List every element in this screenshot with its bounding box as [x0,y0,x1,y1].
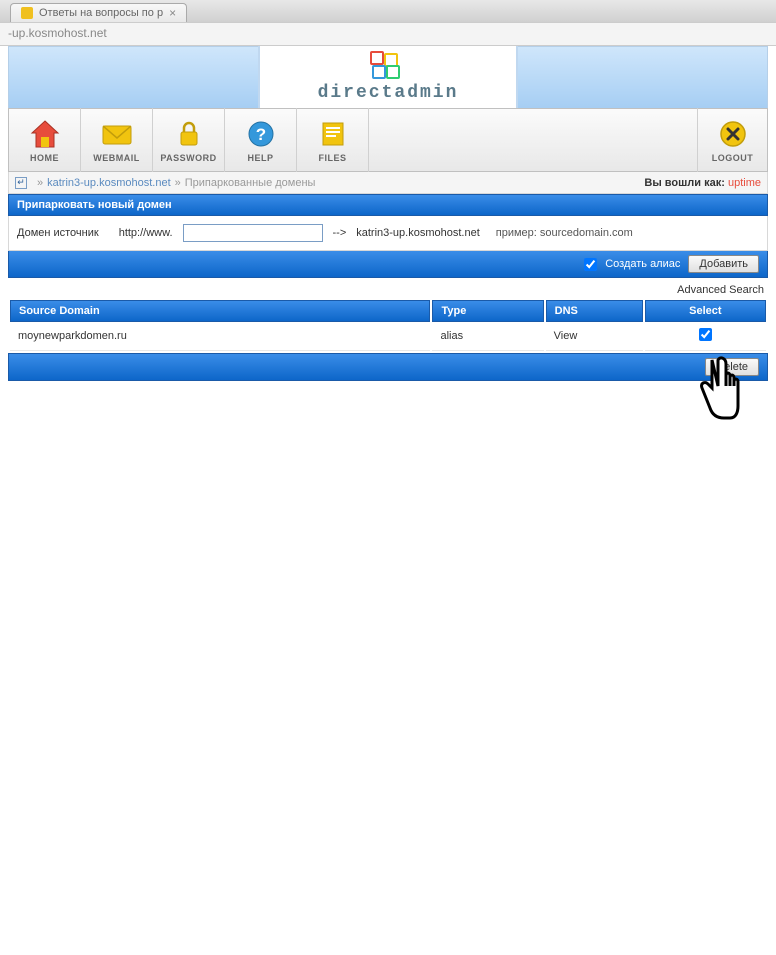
cell-dns: View [546,322,643,351]
cell-select [645,322,766,351]
col-source-header[interactable]: Source Domain [10,300,430,322]
nav-help[interactable]: ? HELP [225,108,297,172]
table-header-row: Source Domain Type DNS Select [10,300,766,322]
nav-logout-label: LOGOUT [712,153,754,163]
domains-table: Source Domain Type DNS Select moynewpark… [8,300,768,351]
address-bar[interactable]: -up.kosmohost.net [0,22,776,46]
tab-title: Ответы на вопросы по р [39,7,163,19]
nav-password-label: PASSWORD [160,153,216,163]
brand-text: directadmin [318,83,459,103]
files-icon [316,117,350,151]
arrow-text: --> [333,227,347,239]
example-text: пример: sourcedomain.com [496,227,633,239]
nav-files-label: FILES [318,153,346,163]
domain-source-label: Домен источник [17,227,99,239]
breadcrumb-sep: » [37,177,43,189]
browser-tab[interactable]: Ответы на вопросы по р × [10,3,187,22]
nav-webmail-label: WEBMAIL [93,153,140,163]
logo: directadmin [258,46,518,108]
breadcrumb-home-icon[interactable]: ↵ [15,177,27,189]
logged-in-user[interactable]: uptime [728,177,761,189]
row-select-checkbox[interactable] [699,328,712,341]
nav-password[interactable]: PASSWORD [153,108,225,172]
domain-input[interactable] [183,224,323,242]
col-select-header[interactable]: Select [645,300,766,322]
table-row: moynewparkdomen.ru alias View [10,322,766,351]
address-text: -up.kosmohost.net [8,26,107,40]
section-header: Припарковать новый домен [8,194,768,216]
breadcrumb: ↵ » katrin3-up.kosmohost.net » Припарков… [8,172,768,194]
col-type-header[interactable]: Type [432,300,543,322]
section-title: Припарковать новый домен [17,199,172,211]
cell-source: moynewparkdomen.ru [10,322,430,351]
domain-form-row: Домен источник http://www. --> katrin3-u… [8,216,768,251]
svg-text:?: ? [255,125,265,144]
delete-row: Delete [8,353,768,381]
nav-files[interactable]: FILES [297,108,369,172]
dns-view-link[interactable]: View [554,330,578,342]
help-icon: ? [244,117,278,151]
nav-home[interactable]: HOME [9,108,81,172]
nav-bar: HOME WEBMAIL PASSWORD ? HELP FILES [8,108,768,172]
home-icon [28,117,62,151]
breadcrumb-page: Припаркованные домены [185,177,316,189]
header-banner: directadmin [8,46,768,108]
tab-favicon [21,7,33,19]
advanced-search-link[interactable]: Advanced Search [677,284,764,296]
breadcrumb-sep: » [175,177,181,189]
mail-icon [100,117,134,151]
breadcrumb-domain-link[interactable]: katrin3-up.kosmohost.net [47,177,171,189]
nav-logout[interactable]: LOGOUT [697,108,767,172]
delete-button[interactable]: Delete [705,358,759,376]
alias-row: Создать алиас Добавить [8,251,768,278]
add-button[interactable]: Добавить [688,255,759,273]
nav-webmail[interactable]: WEBMAIL [81,108,153,172]
cell-type: alias [432,322,543,351]
target-domain: katrin3-up.kosmohost.net [356,227,480,239]
close-tab-icon[interactable]: × [169,6,176,20]
nav-home-label: HOME [30,153,59,163]
col-dns-header[interactable]: DNS [546,300,643,322]
nav-help-label: HELP [247,153,273,163]
lock-icon [172,117,206,151]
create-alias-label: Создать алиас [605,258,680,270]
browser-tab-strip: Ответы на вопросы по р × [0,0,776,22]
advanced-search-row: Advanced Search [8,278,768,300]
logged-in-label: Вы вошли как: [644,177,725,189]
url-prefix: http://www. [119,227,173,239]
create-alias-checkbox[interactable] [584,258,597,271]
logout-icon [716,117,750,151]
